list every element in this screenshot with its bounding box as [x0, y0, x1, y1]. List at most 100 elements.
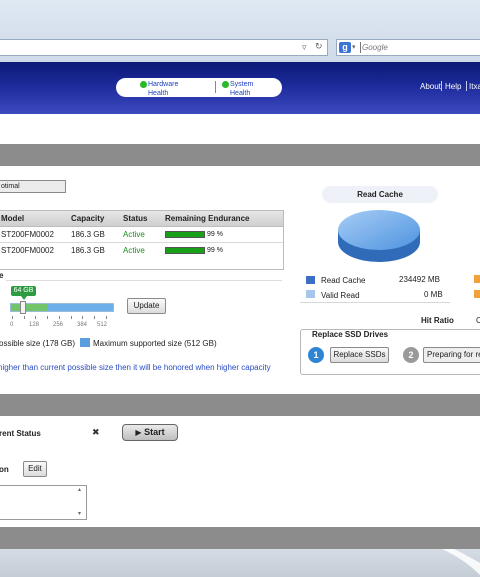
col-model: Model: [1, 214, 25, 223]
description-textarea[interactable]: ▴ ▾: [0, 485, 87, 520]
tick-label: 256: [53, 322, 64, 328]
app-header: Hardware Health System Health About Help…: [0, 62, 480, 114]
link-separator: [441, 81, 442, 91]
edit-button[interactable]: Edit: [23, 461, 47, 477]
other-series-swatch: [474, 290, 480, 298]
read-cache-swatch: [306, 276, 315, 284]
possible-size-legend: ossible size (178 GB): [0, 339, 76, 348]
section-header-bar: [0, 394, 480, 416]
capacity-note: higher than current possible size then i…: [0, 363, 271, 372]
read-cache-title: Read Cache: [322, 186, 438, 203]
table-header: Model Capacity Status Remaining Enduranc…: [0, 211, 283, 227]
cell-status: Active: [123, 246, 145, 255]
slider-tick: [24, 316, 25, 319]
slider-value-tag: 64 GB: [11, 286, 36, 296]
cache-status-field: otimal: [0, 180, 66, 193]
update-button[interactable]: Update: [127, 298, 166, 314]
nav-hardware-health[interactable]: Hardware Health: [148, 80, 178, 98]
search-placeholder: Google: [362, 43, 388, 52]
system-health-status-icon: [222, 81, 229, 88]
tick-label: 512: [97, 322, 108, 328]
slider-tick: [82, 316, 83, 319]
nav-hardware-health-line1: Hardware: [148, 81, 179, 88]
start-button-label: Start: [144, 427, 165, 437]
hit-ratio-value: C: [476, 316, 480, 325]
slider-tick: [47, 316, 48, 319]
address-bar[interactable]: ▿ ↻: [0, 39, 328, 56]
text-cursor: [360, 42, 361, 53]
cell-model: ST200FM0002: [1, 230, 54, 239]
dropdown-arrow-icon[interactable]: ▿: [302, 43, 307, 53]
max-size-legend: Maximum supported size (512 GB): [93, 339, 217, 348]
cell-capacity: 186.3 GB: [71, 230, 105, 239]
decorative-swoosh: [442, 549, 480, 575]
cell-capacity: 186.3 GB: [71, 246, 105, 255]
read-cache-pie: [338, 210, 420, 262]
link-separator: [466, 81, 467, 91]
slider-tick: [35, 316, 36, 319]
cell-status: Active: [123, 230, 145, 239]
slider-handle[interactable]: [20, 301, 26, 314]
health-nav: Hardware Health System Health: [116, 78, 282, 97]
nav-hardware-health-line2: Health: [148, 90, 169, 97]
edit-section-label: on: [0, 465, 9, 474]
nav-divider: [215, 81, 216, 93]
table-row[interactable]: ST200FM0002 186.3 GB Active 99 %: [0, 242, 283, 258]
hardware-health-status-icon: [140, 81, 147, 88]
valid-read-swatch: [306, 290, 315, 298]
toolbar-area: [0, 114, 480, 144]
nav-system-health[interactable]: System Health: [230, 80, 253, 98]
pie-slice-read-cache: [338, 210, 420, 250]
slider-tick: [94, 316, 95, 319]
valid-read-label: Valid Read: [321, 291, 360, 300]
col-capacity: Capacity: [71, 214, 105, 223]
cell-model: ST200FM0002: [1, 246, 54, 255]
replace-ssd-title: Replace SSD Drives: [310, 330, 391, 339]
search-box[interactable]: g ▾ Google: [336, 39, 480, 56]
stats-divider: [300, 302, 450, 303]
scroll-down-icon[interactable]: ▾: [78, 510, 81, 517]
slider-tick: [106, 316, 107, 319]
play-icon: ▶: [135, 428, 142, 437]
slider-tick: [12, 316, 13, 319]
browser-toolbar: ▿ ↻ g ▾ Google: [0, 0, 480, 62]
nav-system-health-line1: System: [230, 81, 254, 88]
close-icon[interactable]: ✖: [92, 428, 100, 438]
possible-size-range: [11, 304, 47, 311]
tick-label: 0: [10, 322, 14, 328]
scroll-up-icon[interactable]: ▴: [78, 486, 81, 493]
cell-endurance: 99 %: [207, 247, 223, 254]
slider-tick: [71, 316, 72, 319]
google-logo-icon[interactable]: g: [339, 42, 351, 53]
ssd-table: Model Capacity Status Remaining Enduranc…: [0, 210, 284, 270]
reload-icon[interactable]: ↻: [315, 42, 323, 52]
about-link[interactable]: About: [420, 82, 441, 91]
col-endurance: Remaining Endurance: [165, 214, 250, 223]
replace-ssds-button[interactable]: Replace SSDs: [330, 347, 389, 363]
valid-read-value: 0 MB: [424, 290, 443, 299]
current-status-label: rent Status: [0, 429, 41, 438]
endurance-bar-fill: [166, 248, 204, 253]
tick-label: 128: [29, 322, 40, 328]
start-button[interactable]: ▶ Start: [122, 424, 178, 441]
size-heading-fragment: e: [0, 271, 4, 280]
max-size-swatch: [80, 338, 90, 347]
section-footer-bar: [0, 527, 480, 549]
section-divider: [6, 280, 282, 281]
endurance-bar: [165, 247, 205, 254]
section-header-bar: [0, 144, 480, 166]
search-engine-dropdown-icon[interactable]: ▾: [352, 43, 356, 51]
read-cache-label: Read Cache: [321, 276, 366, 285]
user-link[interactable]: Itxa: [469, 82, 480, 91]
cell-endurance: 99 %: [207, 231, 223, 238]
step-1-icon: 1: [308, 347, 324, 363]
nav-system-health-line2: Health: [230, 90, 251, 97]
browser-status-bar: [0, 549, 480, 577]
read-cache-value: 234492 MB: [399, 275, 440, 284]
table-row[interactable]: ST200FM0002 186.3 GB Active 99 %: [0, 226, 283, 242]
step-2-icon: 2: [403, 347, 419, 363]
help-link[interactable]: Help: [445, 82, 461, 91]
slider-tick: [59, 316, 60, 319]
endurance-bar-fill: [166, 232, 204, 237]
other-series-swatch: [474, 275, 480, 283]
